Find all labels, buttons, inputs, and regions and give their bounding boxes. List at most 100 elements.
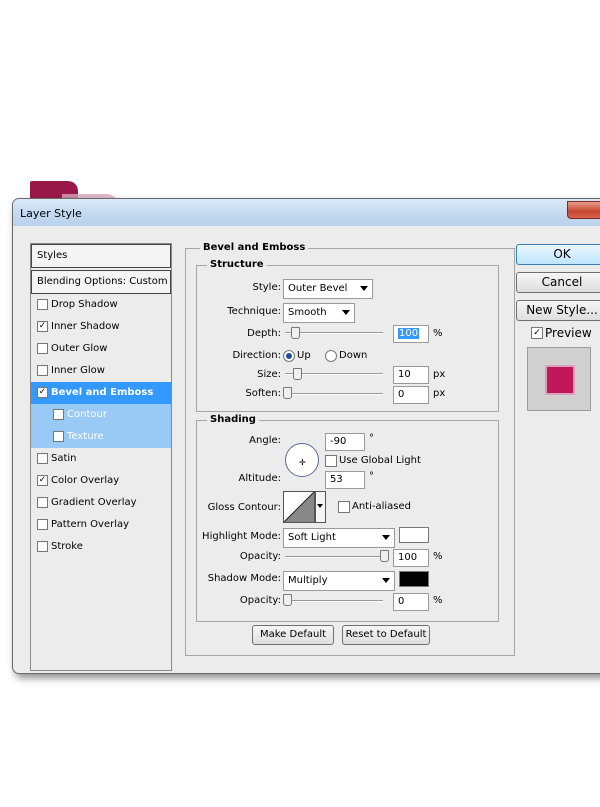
altitude-unit: ° (369, 471, 374, 482)
style-item[interactable]: Stroke (31, 536, 171, 558)
soften-slider-track[interactable] (285, 393, 383, 395)
anti-aliased-checkbox[interactable] (338, 501, 350, 513)
reset-default-button[interactable]: Reset to Default (342, 625, 430, 645)
style-item-label: Outer Glow (51, 343, 108, 354)
style-checkbox[interactable] (37, 541, 48, 552)
chevron-down-icon (382, 535, 390, 540)
size-slider-thumb[interactable] (293, 368, 302, 380)
style-item[interactable]: Drop Shadow (31, 294, 171, 316)
style-item[interactable]: Outer Glow (31, 338, 171, 360)
style-item[interactable]: Satin (31, 448, 171, 470)
highlight-opacity-thumb[interactable] (380, 550, 389, 562)
close-button[interactable] (567, 201, 600, 219)
style-item-label: Inner Shadow (51, 321, 120, 332)
style-label: Style: (252, 282, 282, 293)
style-item-label: Pattern Overlay (51, 519, 130, 530)
altitude-label: Altitude: (238, 473, 281, 484)
chevron-down-icon (342, 310, 350, 315)
cancel-button[interactable]: Cancel (516, 272, 600, 293)
anti-aliased-label: Anti-aliased (352, 501, 412, 512)
style-checkbox[interactable] (37, 365, 48, 376)
highlight-opacity-input[interactable]: 100 (393, 549, 429, 567)
soften-slider-thumb[interactable] (283, 387, 292, 399)
contour-curve-icon (284, 492, 314, 522)
chevron-down-icon (317, 504, 323, 508)
style-item-label: Color Overlay (51, 475, 120, 486)
style-item[interactable]: Texture (31, 426, 171, 448)
style-item[interactable]: Pattern Overlay (31, 514, 171, 536)
depth-slider-thumb[interactable] (291, 327, 300, 339)
crosshair-icon: ✛ (299, 458, 306, 467)
styles-panel: Styles Blending Options: Custom Drop Sha… (30, 243, 172, 671)
depth-input[interactable]: 100 (393, 325, 429, 343)
highlight-opacity-unit: % (433, 551, 443, 562)
dialog-title: Layer Style (20, 207, 82, 220)
styles-header[interactable]: Styles (31, 244, 171, 268)
soften-input[interactable]: 0 (393, 386, 429, 404)
style-item-label: Inner Glow (51, 365, 105, 376)
global-light-checkbox[interactable] (325, 455, 337, 467)
style-item-label: Gradient Overlay (51, 497, 137, 508)
gloss-contour-preview[interactable] (283, 491, 315, 523)
bevel-emboss-title: Bevel and Emboss (200, 242, 309, 253)
ok-button[interactable]: OK (516, 244, 600, 265)
style-checkbox[interactable] (53, 431, 64, 442)
preview-label: Preview (545, 326, 592, 340)
blending-options-item[interactable]: Blending Options: Custom (31, 270, 171, 294)
preview-checkbox[interactable]: ✓ (531, 327, 543, 339)
style-checkbox[interactable] (37, 343, 48, 354)
highlight-opacity-label: Opacity: (239, 551, 281, 562)
style-checkbox[interactable] (37, 497, 48, 508)
angle-dial[interactable]: ✛ (285, 443, 319, 477)
highlight-mode-label: Highlight Mode: (202, 531, 281, 542)
highlight-opacity-track[interactable] (285, 556, 383, 558)
style-item[interactable]: Contour (31, 404, 171, 426)
style-select[interactable]: Outer Bevel (283, 279, 373, 299)
style-checkbox[interactable] (37, 453, 48, 464)
style-item[interactable]: Gradient Overlay (31, 492, 171, 514)
soften-label: Soften: (245, 388, 281, 399)
direction-down-label: Down (339, 350, 368, 361)
angle-input[interactable]: -90 (325, 433, 365, 451)
highlight-mode-select[interactable]: Soft Light (283, 528, 395, 548)
style-item[interactable]: ✓ Bevel and Emboss (31, 382, 171, 404)
style-checkbox[interactable] (37, 519, 48, 530)
make-default-button[interactable]: Make Default (252, 625, 334, 645)
structure-title: Structure (207, 259, 267, 270)
shadow-mode-label: Shadow Mode: (207, 573, 281, 584)
shadow-mode-select[interactable]: Multiply (283, 571, 395, 591)
chevron-down-icon (382, 578, 390, 583)
style-checkbox[interactable] (53, 409, 64, 420)
style-item-label: Stroke (51, 541, 83, 552)
chevron-down-icon (360, 286, 368, 291)
depth-label: Depth: (247, 328, 281, 339)
title-bar[interactable]: Layer Style (13, 199, 600, 226)
style-checkbox[interactable] (37, 299, 48, 310)
shadow-color-swatch[interactable] (399, 571, 429, 587)
gloss-contour-dropdown[interactable] (315, 491, 326, 523)
shadow-opacity-input[interactable]: 0 (393, 593, 429, 611)
shadow-opacity-thumb[interactable] (283, 594, 292, 606)
preview-swatch (545, 365, 575, 395)
style-checkbox[interactable]: ✓ (37, 475, 48, 486)
size-input[interactable]: 10 (393, 366, 429, 384)
direction-up-radio[interactable] (283, 350, 295, 362)
style-item[interactable]: Inner Glow (31, 360, 171, 382)
altitude-input[interactable]: 53 (325, 471, 365, 489)
technique-select[interactable]: Smooth (283, 303, 355, 323)
style-item[interactable]: ✓ Inner Shadow (31, 316, 171, 338)
size-label: Size: (257, 369, 281, 380)
global-light-label: Use Global Light (339, 455, 421, 466)
shading-title: Shading (207, 414, 259, 425)
style-checkbox[interactable]: ✓ (37, 321, 48, 332)
shading-group: Shading Angle: ✛ -90 ° Use Global Light … (196, 414, 499, 622)
style-item-label: Drop Shadow (51, 299, 118, 310)
style-item[interactable]: ✓ Color Overlay (31, 470, 171, 492)
highlight-color-swatch[interactable] (399, 527, 429, 543)
style-checkbox[interactable]: ✓ (37, 387, 48, 398)
bevel-emboss-group: Bevel and Emboss Structure Style: Outer … (185, 242, 515, 656)
direction-down-radio[interactable] (325, 350, 337, 362)
direction-up-label: Up (297, 350, 311, 361)
new-style-button[interactable]: New Style... (516, 300, 600, 321)
shadow-opacity-track[interactable] (285, 600, 383, 602)
